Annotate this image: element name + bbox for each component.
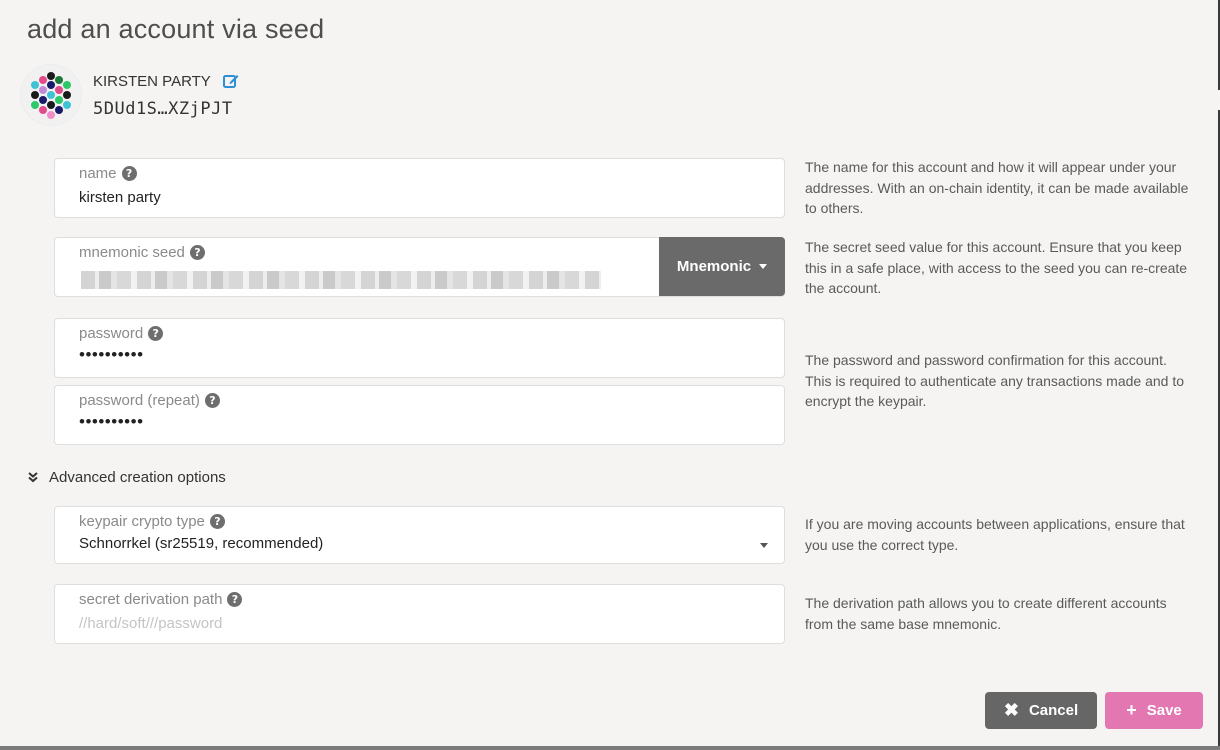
advanced-options-label: Advanced creation options xyxy=(49,469,226,486)
cancel-button[interactable]: ✖ Cancel xyxy=(985,692,1097,729)
window-bottom-edge xyxy=(0,746,1220,750)
plus-icon: + xyxy=(1126,700,1137,720)
help-icon[interactable]: ? xyxy=(204,393,220,408)
modal-title: add an account via seed xyxy=(27,14,325,44)
help-icon[interactable]: ? xyxy=(189,245,205,260)
crypto-type-value: Schnorrkel (sr25519, recommended) xyxy=(79,535,324,552)
name-help: The name for this account and how it wil… xyxy=(805,159,1189,216)
password-field[interactable]: password ? •••••••••• xyxy=(54,318,785,378)
password-label: password ? xyxy=(79,325,164,342)
name-input[interactable]: kirsten party xyxy=(79,189,161,206)
keypair-crypto-type-select[interactable]: keypair crypto type ? Schnorrkel (sr2551… xyxy=(54,506,785,564)
derivation-path-label: secret derivation path ? xyxy=(79,591,243,608)
derivation-path-help: The derivation path allows you to create… xyxy=(805,595,1167,632)
double-chevron-down-icon xyxy=(27,471,39,484)
help-icon[interactable]: ? xyxy=(209,514,225,529)
edit-icon[interactable] xyxy=(222,72,240,90)
seed-help: The secret seed value for this account. … xyxy=(805,239,1188,296)
advanced-options-toggle[interactable]: Advanced creation options xyxy=(27,469,226,486)
name-label: name ? xyxy=(79,165,137,182)
password-help: The password and password confirmation f… xyxy=(805,352,1184,409)
mnemonic-seed-field[interactable]: mnemonic seed ? Mnemonic xyxy=(54,237,785,297)
name-field[interactable]: name ? kirsten party xyxy=(54,158,785,218)
password-repeat-field[interactable]: password (repeat) ? •••••••••• xyxy=(54,385,785,445)
help-icon[interactable]: ? xyxy=(148,326,164,341)
password-input[interactable]: •••••••••• xyxy=(79,345,144,365)
help-icon[interactable]: ? xyxy=(121,166,137,181)
chevron-down-icon xyxy=(759,264,768,269)
crypto-type-help: If you are moving accounts between appli… xyxy=(805,516,1185,553)
close-icon: ✖ xyxy=(1003,700,1019,720)
chevron-down-icon xyxy=(760,543,768,548)
password-repeat-input[interactable]: •••••••••• xyxy=(79,412,144,432)
mnemonic-seed-input[interactable] xyxy=(81,271,601,289)
crypto-type-label: keypair crypto type ? xyxy=(79,513,225,530)
help-icon[interactable]: ? xyxy=(227,592,243,607)
derivation-path-input[interactable]: //hard/soft///password xyxy=(79,615,222,632)
account-summary: KIRSTEN PARTY 5DUd1S…XZjPJT xyxy=(20,64,420,128)
derivation-path-field[interactable]: secret derivation path ? //hard/soft///p… xyxy=(54,584,785,644)
password-repeat-label: password (repeat) ? xyxy=(79,392,220,409)
save-button[interactable]: + Save xyxy=(1105,692,1203,729)
seed-type-dropdown[interactable]: Mnemonic xyxy=(659,237,785,296)
identicon-icon xyxy=(21,65,81,125)
mnemonic-seed-label: mnemonic seed ? xyxy=(79,244,205,261)
account-name: KIRSTEN PARTY xyxy=(93,73,211,90)
identicon-avatar xyxy=(20,64,82,126)
account-address: 5DUd1S…XZjPJT xyxy=(93,99,233,119)
